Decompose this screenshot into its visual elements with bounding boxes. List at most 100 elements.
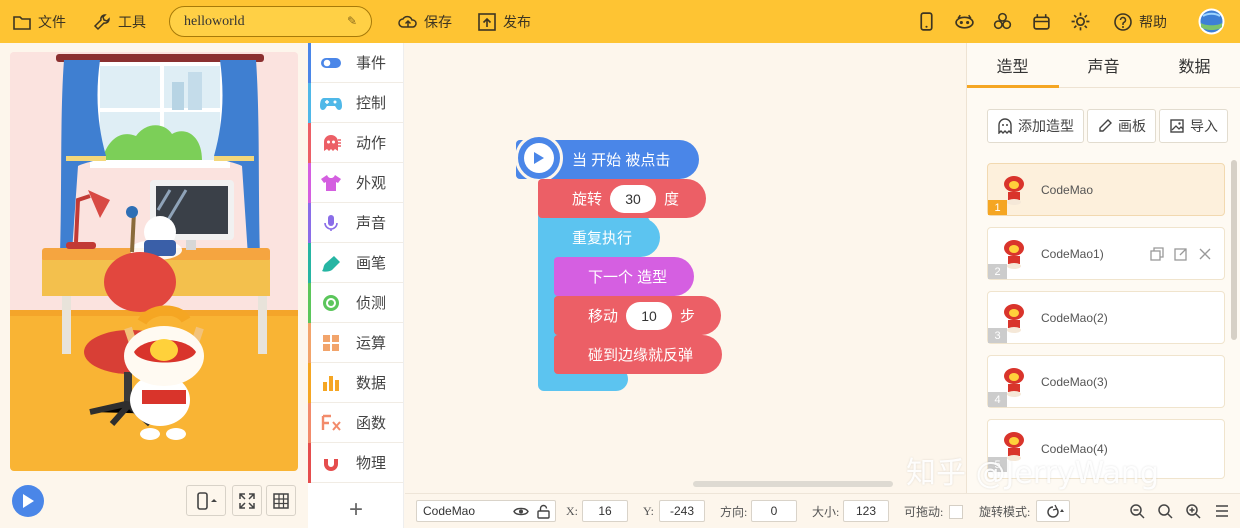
grid-toggle-button[interactable] (266, 485, 296, 516)
costume-item[interactable]: CodeMao(3) 4 (987, 355, 1225, 408)
play-icon (23, 494, 34, 508)
next-costume-block[interactable]: 下一个 造型 (554, 257, 694, 296)
fullscreen-button[interactable] (232, 485, 262, 516)
help-label: 帮助 (1139, 13, 1167, 30)
publish-button[interactable]: 发布 (477, 0, 531, 43)
draggable-checkbox[interactable] (949, 505, 963, 519)
category-motion[interactable]: 动作 (308, 123, 403, 163)
costume-item[interactable]: CodeMao(2) 3 (987, 291, 1225, 344)
menu-button[interactable] (1211, 500, 1233, 522)
help-button[interactable]: 帮助 (1113, 0, 1167, 43)
start-flag (515, 134, 563, 182)
phone-icon[interactable] (916, 11, 937, 32)
category-looks[interactable]: 外观 (308, 163, 403, 203)
project-name-input[interactable]: helloworld ✎ (169, 6, 372, 37)
tools-menu[interactable]: 工具 (92, 0, 146, 43)
add-category-button[interactable]: + (308, 492, 404, 528)
run-button[interactable] (12, 485, 44, 517)
category-event[interactable]: 事件 (308, 43, 403, 83)
eye-mask-icon[interactable] (954, 11, 975, 32)
play-icon (524, 143, 554, 173)
zoom-in-icon (1186, 504, 1201, 519)
x-value: 16 (598, 504, 612, 518)
canvas-horizontal-scrollbar[interactable] (693, 481, 893, 487)
add-costume-button[interactable]: 添加造型 (987, 109, 1084, 143)
category-detect[interactable]: 侦测 (308, 283, 403, 323)
stage-canvas[interactable] (10, 52, 298, 471)
costume-list-scrollbar[interactable] (1231, 160, 1237, 340)
category-control[interactable]: 控制 (308, 83, 403, 123)
search-icon (1158, 504, 1173, 519)
sprite-name: CodeMao (423, 504, 476, 518)
zoom-out-button[interactable] (1125, 500, 1149, 522)
file-icon (13, 15, 31, 30)
costume-name: CodeMao (1041, 182, 1094, 197)
calc-icon (320, 334, 342, 352)
category-data[interactable]: 数据 (308, 363, 403, 403)
category-physics[interactable]: 物理 (308, 443, 403, 483)
import-label: 导入 (1190, 118, 1218, 134)
image-icon (1170, 119, 1184, 133)
magnet-icon (320, 454, 342, 472)
x-input[interactable]: 16 (582, 500, 628, 522)
category-label: 函数 (356, 415, 387, 432)
zoom-reset-button[interactable] (1153, 500, 1177, 522)
close-icon[interactable] (1198, 247, 1212, 261)
app-window: 文件 工具 helloworld ✎ 保存 发布 帮助 事件 控制 动作 外观 … (0, 0, 1240, 528)
size-input[interactable]: 123 (843, 500, 889, 522)
file-menu[interactable]: 文件 (12, 0, 66, 43)
bounce-label: 碰到边缘就反弹 (588, 347, 694, 364)
tab-data[interactable]: 数据 (1149, 43, 1240, 87)
repeat-block[interactable]: 重复执行 (538, 218, 660, 257)
category-operator[interactable]: 运算 (308, 323, 403, 363)
costume-number: 4 (988, 392, 1007, 407)
costume-item[interactable]: CodeMao1) 2 (987, 227, 1225, 280)
tab-costume[interactable]: 造型 (967, 43, 1058, 87)
move-value-input[interactable]: 10 (626, 301, 673, 330)
edit-icon[interactable] (1174, 247, 1188, 261)
category-sound[interactable]: 声音 (308, 203, 403, 243)
stage-scene (10, 52, 298, 471)
category-label: 动作 (356, 135, 387, 152)
cube-icon[interactable] (992, 11, 1013, 32)
direction-label: 方向: (720, 504, 748, 519)
move-block[interactable]: 移动 10 步 (554, 296, 721, 335)
device-select-button[interactable] (186, 485, 226, 516)
rotate-unit: 度 (664, 191, 680, 208)
function-icon (320, 414, 342, 432)
costume-item[interactable]: CodeMao 1 (987, 163, 1225, 216)
bounce-block[interactable]: 碰到边缘就反弹 (554, 335, 722, 374)
rotation-mode-select[interactable] (1036, 500, 1070, 522)
tab-label: 数据 (1178, 59, 1211, 76)
save-button[interactable]: 保存 (398, 0, 452, 43)
lock-icon[interactable] (536, 504, 551, 519)
sprite-name-field[interactable]: CodeMao (416, 500, 556, 522)
gear-icon[interactable] (1070, 11, 1091, 32)
costume-name: CodeMao(2) (1041, 310, 1108, 325)
project-name: helloworld (184, 13, 245, 29)
rotate-value-input[interactable]: 30 (610, 184, 657, 213)
robot-icon[interactable] (1031, 11, 1052, 32)
wrench-icon (93, 13, 110, 30)
avatar[interactable] (1198, 8, 1225, 35)
copy-icon[interactable] (1150, 246, 1164, 261)
import-button[interactable]: 导入 (1159, 109, 1228, 143)
rotate-block[interactable]: 旋转 30 度 (538, 179, 706, 218)
file-menu-label: 文件 (38, 13, 66, 30)
tab-sound[interactable]: 声音 (1058, 43, 1149, 87)
costume-number: 1 (988, 200, 1007, 215)
y-value: -243 (669, 504, 695, 518)
zoom-in-button[interactable] (1181, 500, 1205, 522)
direction-input[interactable]: 0 (751, 500, 797, 522)
cloud-upload-icon (398, 15, 417, 28)
y-input[interactable]: -243 (659, 500, 705, 522)
category-function[interactable]: 函数 (308, 403, 403, 443)
phone-icon (197, 491, 217, 510)
code-canvas[interactable]: 当 开始 被点击 旋转 30 度 重复执行 下一个 造型 移动 10 步 碰到边… (405, 43, 965, 493)
tab-label: 声音 (1087, 59, 1120, 76)
eye-icon[interactable] (513, 505, 529, 518)
next-costume-label: 下一个 造型 (588, 269, 668, 286)
paint-button[interactable]: 画板 (1087, 109, 1156, 143)
help-icon (1114, 12, 1132, 31)
category-pen[interactable]: 画笔 (308, 243, 403, 283)
